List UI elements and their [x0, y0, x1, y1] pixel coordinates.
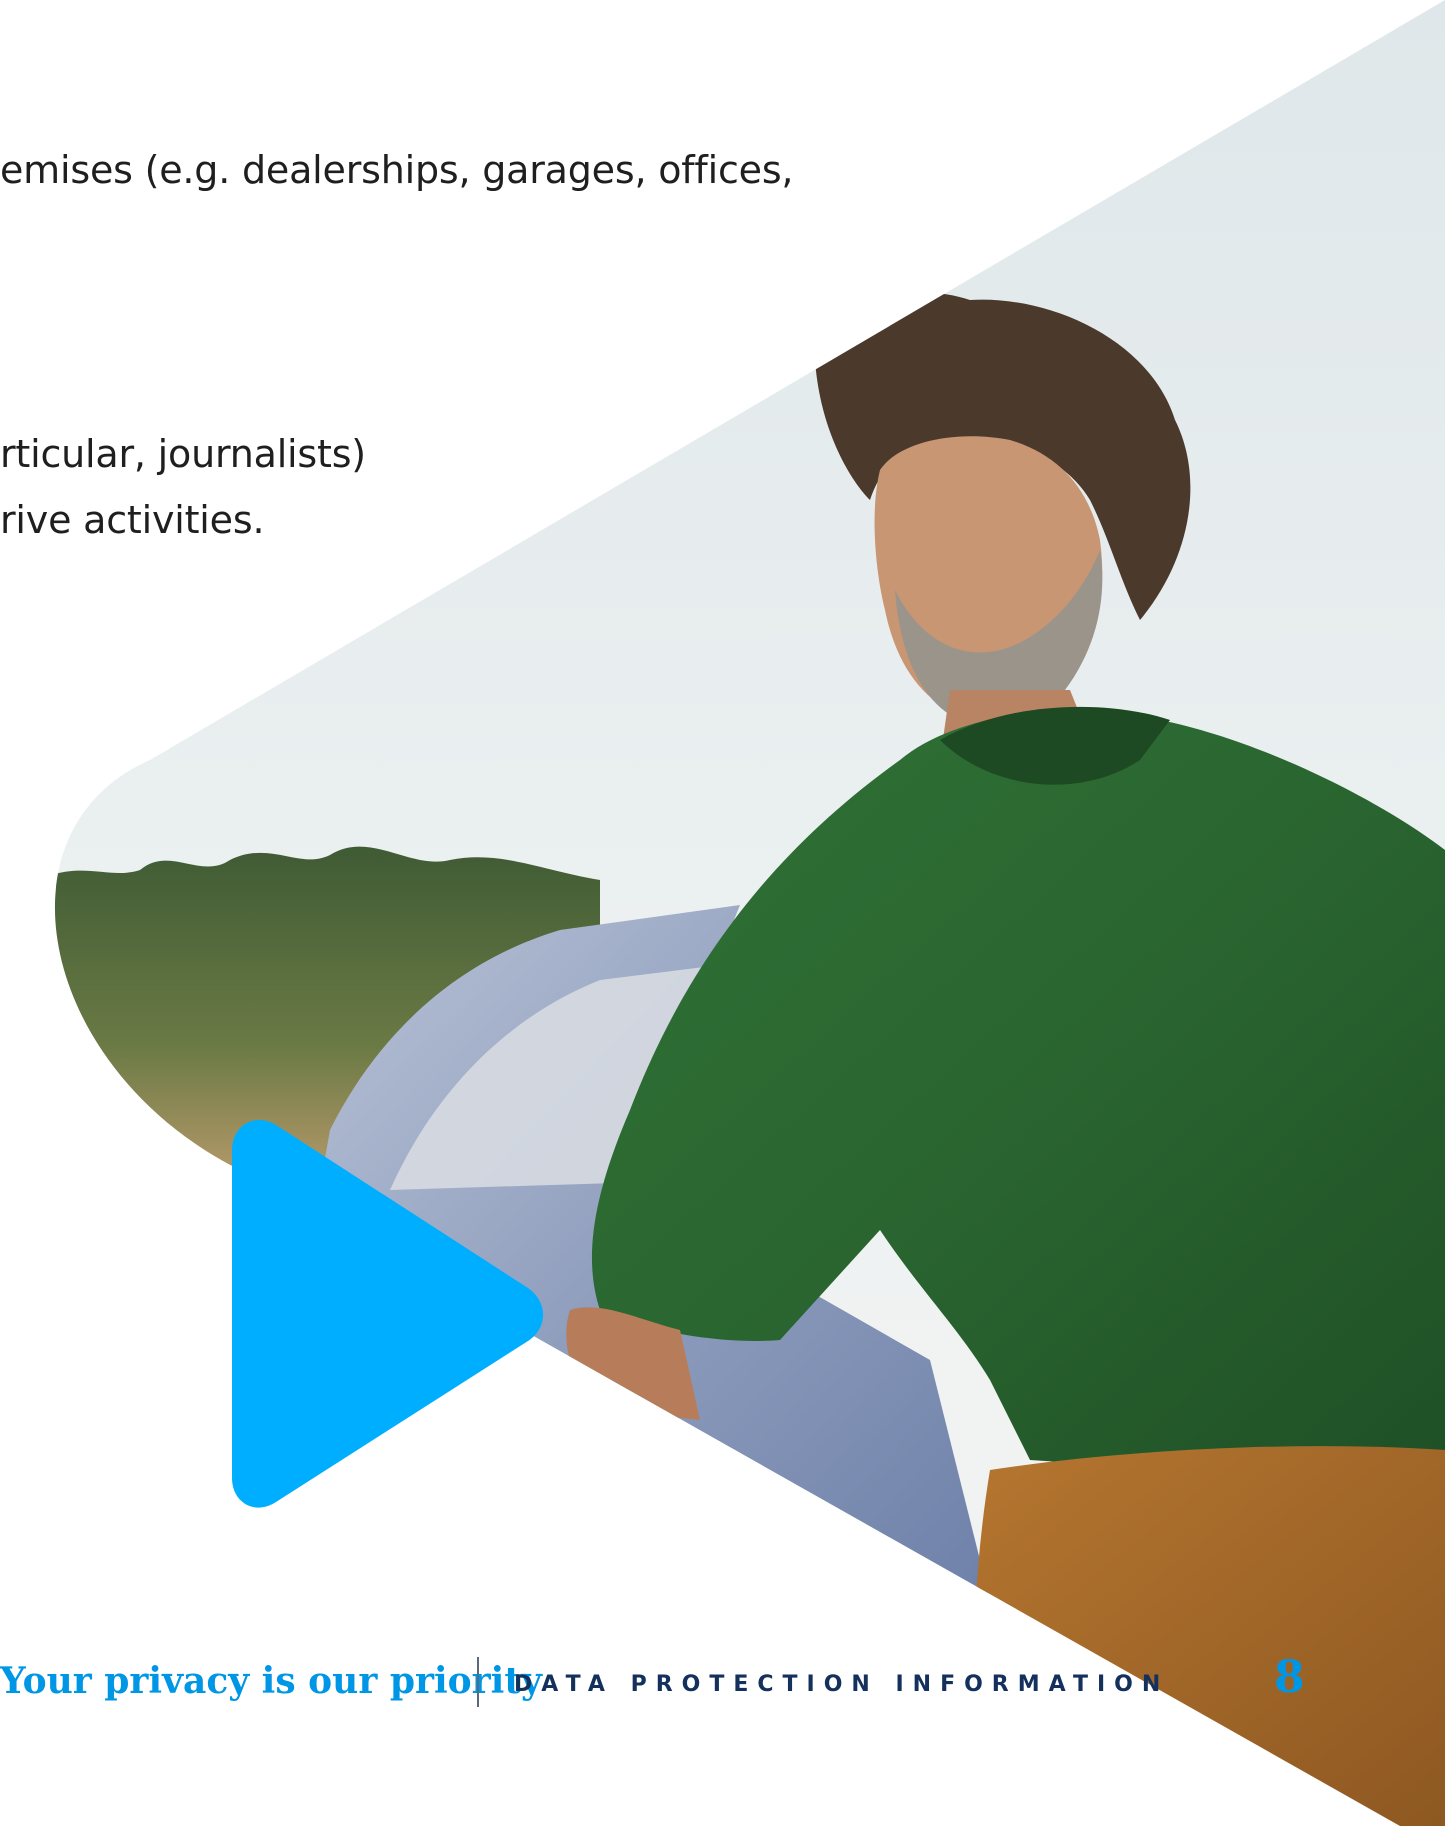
- page-number: 8: [1274, 1652, 1305, 1703]
- document-page: emises (e.g. dealerships, garages, offic…: [0, 0, 1445, 1826]
- footer-divider: [477, 1657, 479, 1707]
- footer-section-title: DATA PROTECTION INFORMATION: [514, 1672, 1170, 1697]
- hero-photo: [54, 0, 1445, 1826]
- trousers: [973, 1446, 1445, 1826]
- footer-tagline: Your privacy is our priority: [0, 1660, 542, 1702]
